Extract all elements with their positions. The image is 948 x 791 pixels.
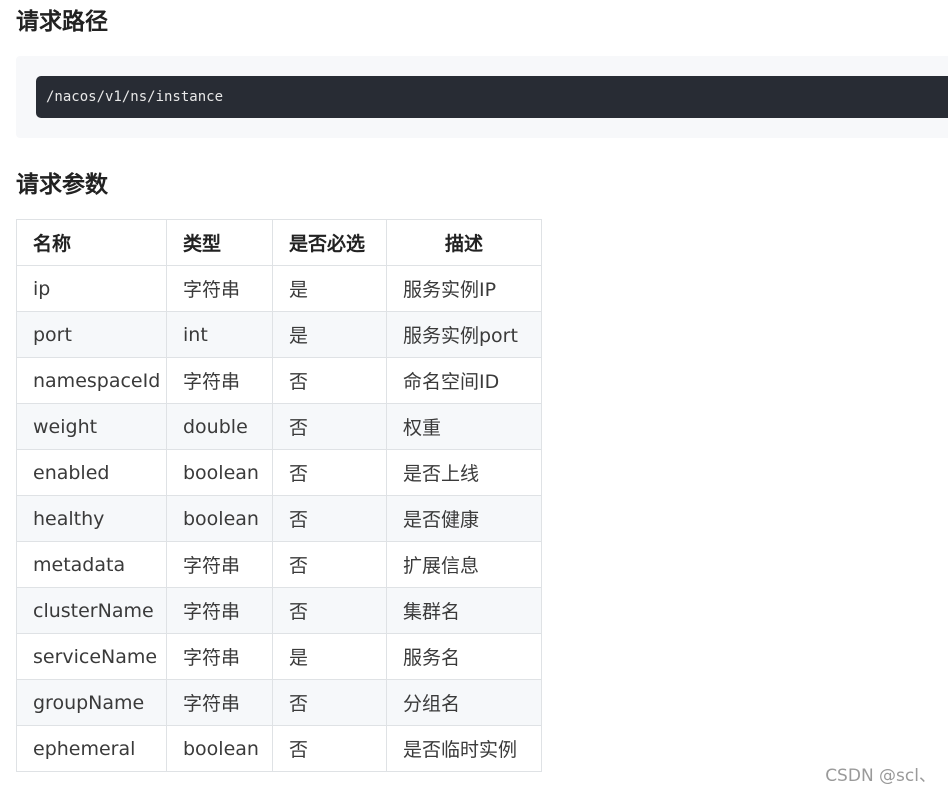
header-type: 类型 [166,219,273,266]
cell-type: double [166,403,273,450]
cell-description: 是否上线 [386,449,542,496]
page: 请求路径 /nacos/v1/ns/instance 请求参数 名称 类型 是否… [0,0,948,791]
cell-type: boolean [166,495,273,542]
cell-description: 权重 [386,403,542,450]
header-description: 描述 [386,219,542,266]
cell-required: 否 [272,449,387,496]
cell-description: 集群名 [386,587,542,634]
cell-type: boolean [166,449,273,496]
table-row: ephemeral boolean 否 是否临时实例 [16,725,542,772]
cell-description: 分组名 [386,679,542,726]
cell-type: 字符串 [166,679,273,726]
cell-name: metadata [16,541,167,588]
cell-required: 否 [272,587,387,634]
cell-name: serviceName [16,633,167,680]
table-row: enabled boolean 否 是否上线 [16,449,542,496]
cell-description: 是否健康 [386,495,542,542]
watermark: CSDN @scl、 [825,766,936,786]
code-block-container: /nacos/v1/ns/instance [16,56,948,138]
cell-name: groupName [16,679,167,726]
cell-description: 命名空间ID [386,357,542,404]
cell-required: 是 [272,265,387,312]
cell-type: int [166,311,273,358]
cell-type: 字符串 [166,265,273,312]
cell-name: clusterName [16,587,167,634]
cell-description: 是否临时实例 [386,725,542,772]
cell-description: 服务实例IP [386,265,542,312]
cell-type: 字符串 [166,541,273,588]
header-required: 是否必选 [272,219,387,266]
cell-name: ephemeral [16,725,167,772]
table-row: groupName 字符串 否 分组名 [16,679,542,726]
table-row: namespaceId 字符串 否 命名空间ID [16,357,542,404]
params-table: 名称 类型 是否必选 描述 ip 字符串 是 服务实例IP port int 是… [16,219,542,772]
cell-name: weight [16,403,167,450]
cell-required: 否 [272,541,387,588]
header-name: 名称 [16,219,167,266]
table-row: weight double 否 权重 [16,403,542,450]
cell-name: namespaceId [16,357,167,404]
cell-required: 否 [272,357,387,404]
table-row: ip 字符串 是 服务实例IP [16,265,542,312]
cell-description: 服务名 [386,633,542,680]
table-header-row: 名称 类型 是否必选 描述 [16,219,542,266]
request-params-heading: 请求参数 [16,172,108,198]
cell-required: 否 [272,725,387,772]
table-row: port int 是 服务实例port [16,311,542,358]
table-row: serviceName 字符串 是 服务名 [16,633,542,680]
cell-name: port [16,311,167,358]
table-row: metadata 字符串 否 扩展信息 [16,541,542,588]
cell-required: 否 [272,679,387,726]
cell-description: 扩展信息 [386,541,542,588]
cell-name: healthy [16,495,167,542]
request-path-heading: 请求路径 [16,9,108,35]
cell-description: 服务实例port [386,311,542,358]
cell-type: 字符串 [166,633,273,680]
cell-required: 否 [272,403,387,450]
cell-type: 字符串 [166,587,273,634]
cell-required: 否 [272,495,387,542]
table-row: healthy boolean 否 是否健康 [16,495,542,542]
cell-name: enabled [16,449,167,496]
cell-required: 是 [272,311,387,358]
cell-type: 字符串 [166,357,273,404]
cell-required: 是 [272,633,387,680]
cell-name: ip [16,265,167,312]
request-path-code: /nacos/v1/ns/instance [36,76,948,118]
table-row: clusterName 字符串 否 集群名 [16,587,542,634]
cell-type: boolean [166,725,273,772]
